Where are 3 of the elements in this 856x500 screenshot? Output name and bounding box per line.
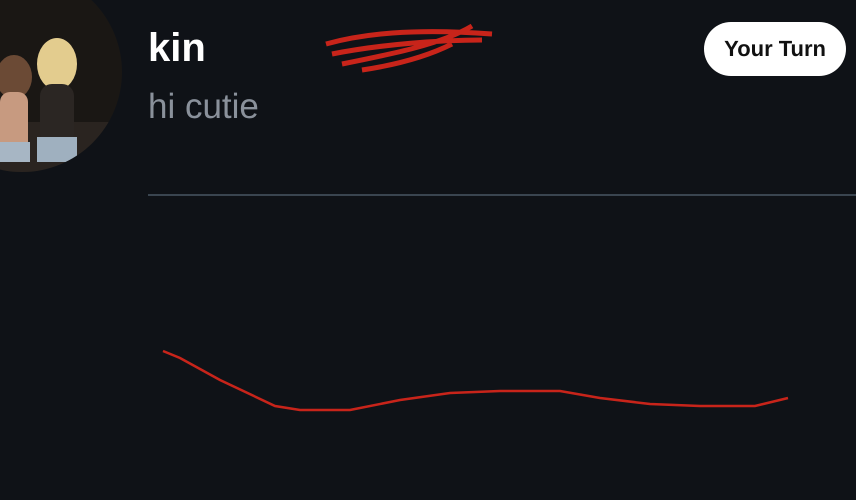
message-preview: hi cutie [148,86,259,128]
contact-name: kin [148,25,206,72]
your-turn-button[interactable]: Your Turn [704,22,846,76]
